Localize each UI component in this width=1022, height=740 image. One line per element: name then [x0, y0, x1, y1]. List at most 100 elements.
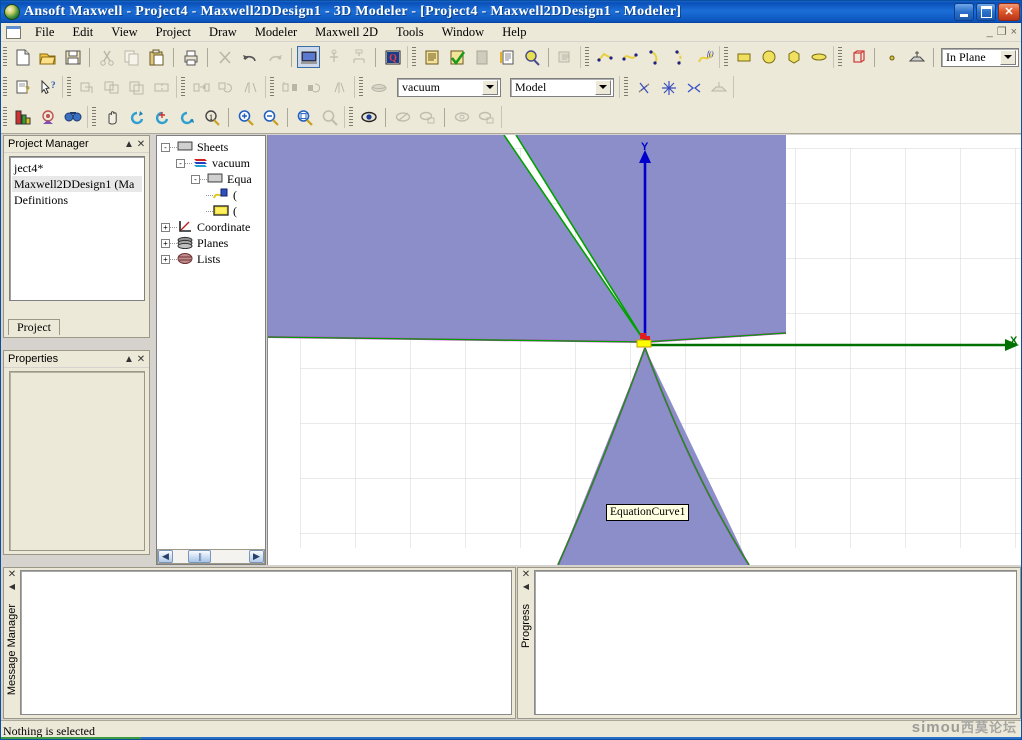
expander-icon[interactable]: -: [191, 174, 200, 184]
submit-job-icon[interactable]: [554, 46, 577, 68]
move-free-icon[interactable]: [657, 76, 680, 98]
model-tree-item-planes[interactable]: + Planes: [157, 235, 265, 251]
validation-check-icon[interactable]: [322, 46, 345, 68]
mdi-close-button[interactable]: ×: [1011, 26, 1017, 38]
select-objects-icon[interactable]: [11, 106, 34, 128]
mdi-restore-button[interactable]: ❐: [997, 26, 1007, 38]
toolbar-grip[interactable]: [67, 77, 71, 97]
model-tree-item-lists[interactable]: + Lists: [157, 251, 265, 267]
tab-project[interactable]: Project: [8, 319, 60, 335]
expander-icon[interactable]: -: [161, 142, 170, 152]
fit-all-icon[interactable]: [293, 106, 316, 128]
menu-file[interactable]: File: [26, 24, 63, 41]
move-icon[interactable]: [189, 76, 212, 98]
scroll-thumb[interactable]: ||||: [188, 550, 211, 563]
draw-arc-center-icon[interactable]: [643, 46, 666, 68]
show-hidden-icon[interactable]: [357, 106, 380, 128]
draw-arc-3pt-icon[interactable]: [668, 46, 691, 68]
toolbar-grip[interactable]: [349, 107, 353, 127]
toolbar-grip[interactable]: [838, 47, 842, 67]
close-button[interactable]: ✕: [998, 3, 1020, 21]
model-tree-panel[interactable]: - Sheets - vacuum - Equa ((+ Coordinat…: [156, 135, 266, 565]
collapse-icon[interactable]: ▲: [123, 139, 135, 150]
select-edges-icon[interactable]: [61, 106, 84, 128]
project-tree-item-design[interactable]: Maxwell2DDesign1 (Ma: [12, 176, 142, 192]
properties-grid[interactable]: [9, 371, 145, 551]
print-icon[interactable]: [179, 46, 202, 68]
model-select[interactable]: Model: [510, 77, 614, 97]
menu-window[interactable]: Window: [433, 24, 494, 41]
paste-icon[interactable]: [145, 46, 168, 68]
new-file-icon[interactable]: [11, 46, 34, 68]
select-faces-icon[interactable]: [36, 106, 59, 128]
scroll-track[interactable]: ||||: [173, 550, 249, 563]
expander-icon[interactable]: -: [176, 158, 185, 168]
project-tree[interactable]: ject4* Maxwell2DDesign1 (Ma Definitions: [9, 156, 145, 301]
object-label-equationcurve1[interactable]: EquationCurve1: [606, 504, 690, 521]
close-icon[interactable]: ✕: [8, 570, 16, 580]
model-tree-item-surface[interactable]: (: [157, 203, 265, 219]
toolbar-grip[interactable]: [359, 77, 363, 97]
analyze-all-icon[interactable]: [297, 46, 320, 68]
dynamic-rotate-icon[interactable]: [175, 106, 198, 128]
split-icon[interactable]: [150, 76, 173, 98]
model-tree-item-vacuum[interactable]: - vacuum: [157, 155, 265, 171]
chevron-down-icon[interactable]: [482, 79, 498, 95]
restore-button[interactable]: [976, 3, 996, 21]
draw-spline-icon[interactable]: [618, 46, 641, 68]
menu-modeler[interactable]: Modeler: [246, 24, 306, 41]
duplicate-rotate-icon[interactable]: [303, 76, 326, 98]
duplicate-move-icon[interactable]: [278, 76, 301, 98]
menu-maxwell2d[interactable]: Maxwell 2D: [306, 24, 387, 41]
hide-all-but-icon[interactable]: [416, 106, 439, 128]
show-objects-icon[interactable]: [450, 106, 473, 128]
chevron-down-icon[interactable]: [1000, 49, 1016, 65]
rotate-view-icon[interactable]: [125, 106, 148, 128]
toolbar-grip[interactable]: [412, 47, 416, 67]
help-context-icon[interactable]: ?: [11, 76, 34, 98]
move-along-icon[interactable]: [682, 76, 705, 98]
cut-icon[interactable]: [95, 46, 118, 68]
modeler-canvas[interactable]: [268, 135, 1022, 565]
draw-line-icon[interactable]: [593, 46, 616, 68]
model-tree-item-equation-curve[interactable]: (: [157, 187, 265, 203]
draw-plane-icon[interactable]: [905, 46, 928, 68]
draw-plane-select[interactable]: In Plane: [941, 47, 1019, 67]
mesh-icon[interactable]: [347, 46, 370, 68]
auto-hide-icon[interactable]: ◀: [523, 582, 529, 592]
toolbar-grip[interactable]: [624, 77, 628, 97]
minimize-button[interactable]: [954, 3, 974, 21]
pan-icon[interactable]: [100, 106, 123, 128]
report-icon[interactable]: [420, 46, 443, 68]
progress-list[interactable]: [534, 570, 1017, 715]
search-icon[interactable]: [520, 46, 543, 68]
material-icon[interactable]: [367, 76, 390, 98]
design-settings-icon[interactable]: [495, 46, 518, 68]
project-tree-item-definitions[interactable]: Definitions: [12, 192, 142, 208]
message-list[interactable]: [20, 570, 512, 715]
spin-icon[interactable]: 1: [200, 106, 223, 128]
zoom-out-icon[interactable]: [259, 106, 282, 128]
mdi-minimize-button[interactable]: _: [987, 26, 993, 38]
menu-view[interactable]: View: [102, 24, 146, 41]
rotate-icon[interactable]: [214, 76, 237, 98]
toolbar-grip[interactable]: [724, 47, 728, 67]
draw-circle-icon[interactable]: [757, 46, 780, 68]
solution-data-icon[interactable]: Q: [381, 46, 404, 68]
expander-icon[interactable]: +: [161, 254, 170, 264]
menu-draw[interactable]: Draw: [200, 24, 246, 41]
toolbar-grip[interactable]: [3, 77, 7, 97]
model-tree-item-coordinate-systems[interactable]: + Coordinate: [157, 219, 265, 235]
delete-icon[interactable]: [213, 46, 236, 68]
modeler-3d-view[interactable]: EquationCurve1 Y X: [267, 135, 1022, 565]
draw-box-icon[interactable]: [846, 46, 869, 68]
duplicate-mirror-icon[interactable]: [328, 76, 351, 98]
draw-point-icon[interactable]: [880, 46, 903, 68]
material-select[interactable]: vacuum: [397, 77, 501, 97]
menu-edit[interactable]: Edit: [63, 24, 102, 41]
hide-objects-icon[interactable]: [391, 106, 414, 128]
chevron-left-icon[interactable]: ◀: [158, 550, 173, 563]
clean-icon[interactable]: [470, 46, 493, 68]
mirror-icon[interactable]: [239, 76, 262, 98]
draw-rectangle-icon[interactable]: [732, 46, 755, 68]
